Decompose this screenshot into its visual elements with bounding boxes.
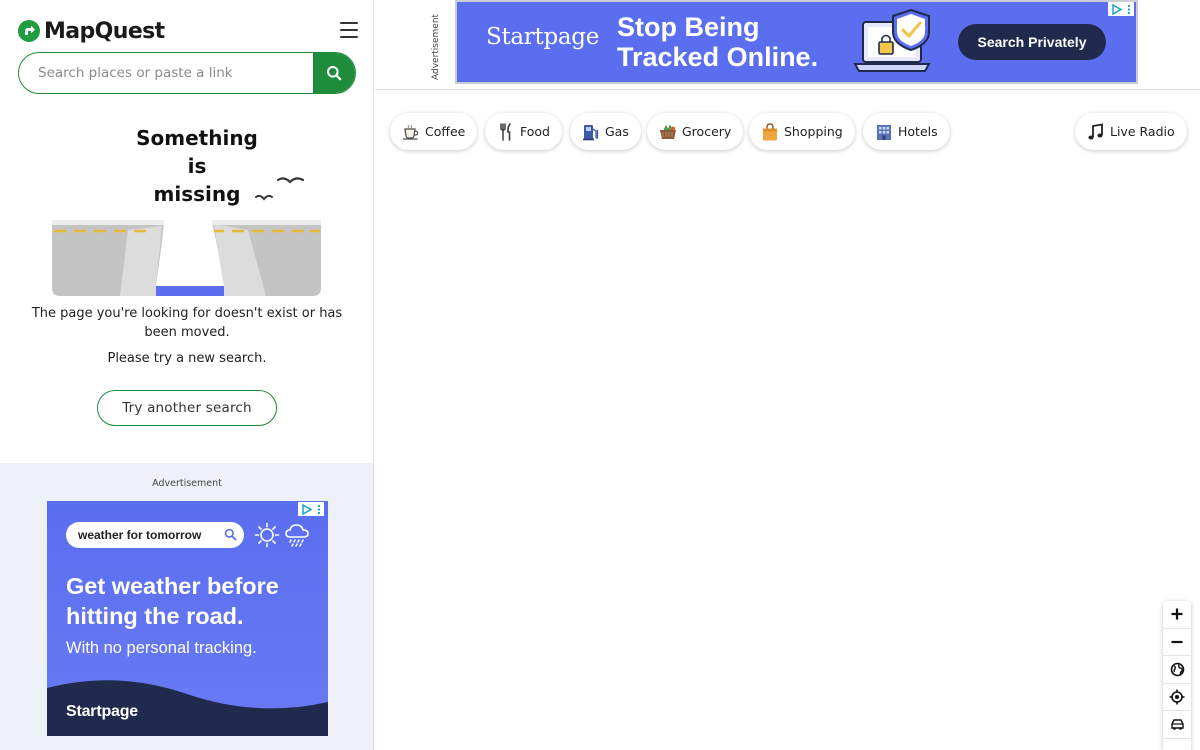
error-message: The page you're looking for doesn't exis… <box>31 306 343 340</box>
broken-road-illustration <box>52 177 321 296</box>
ad-search-text: weather for tomorrow <box>78 528 202 542</box>
zoom-out-icon <box>1171 640 1183 643</box>
top-ad-headline-line: Stop Being <box>617 12 760 42</box>
chip-label: Gas <box>605 124 629 139</box>
sidebar: MapQuest Something is missing The page y… <box>0 0 374 750</box>
top-ad-headline-line: Tracked Online. <box>617 42 819 72</box>
ad-brand: Startpage <box>66 703 138 720</box>
zoom-out-button[interactable] <box>1163 629 1191 656</box>
sun-icon <box>254 522 280 548</box>
coffee-cup-icon <box>402 124 419 140</box>
fork-knife-icon <box>500 122 511 141</box>
ad-subtext: With no personal tracking. <box>66 639 257 657</box>
gas-pump-icon <box>583 124 599 140</box>
logo-arrow-icon <box>18 20 40 42</box>
live-radio-button[interactable]: Live Radio <box>1075 113 1187 150</box>
category-coffee[interactable]: Coffee <box>390 113 478 150</box>
globe-icon <box>1170 662 1184 677</box>
error-hint: Please try a new search. <box>107 351 267 366</box>
map-style-button[interactable] <box>1163 656 1191 684</box>
search-button[interactable] <box>313 53 355 93</box>
chip-label: Shopping <box>784 124 843 139</box>
hotel-building-icon <box>877 124 891 140</box>
top-ad-headline: Stop Being Tracked Online. <box>617 12 818 72</box>
chip-label: Food <box>520 124 550 139</box>
chip-label: Grocery <box>682 124 732 139</box>
category-shopping[interactable]: Shopping <box>749 113 855 150</box>
ad-headline: Get weather before hitting the road. <box>66 573 279 629</box>
grocery-basket-icon <box>660 124 676 139</box>
laptop-shield-icon <box>853 8 931 72</box>
zoom-in-button[interactable] <box>1163 601 1191 629</box>
music-note-icon <box>1088 122 1103 139</box>
category-food[interactable]: Food <box>485 113 562 150</box>
top-ad-label: Advertisement <box>431 6 445 80</box>
live-radio-label: Live Radio <box>1110 124 1175 139</box>
top-ad-brand: Startpage <box>486 24 600 50</box>
zoom-in-icon <box>1171 608 1183 620</box>
error-title-line: Something <box>136 126 258 150</box>
category-grocery[interactable]: Grocery <box>647 113 744 150</box>
search-input[interactable] <box>19 53 314 93</box>
locate-me-button[interactable] <box>1163 684 1191 711</box>
brand-row: MapQuest <box>18 16 358 46</box>
search-box <box>18 52 356 94</box>
sidebar-ad[interactable]: weather for tomorrow Get weather before … <box>47 501 328 736</box>
chip-label: Coffee <box>425 124 466 139</box>
adchoices-icon[interactable] <box>298 502 324 516</box>
menu-icon[interactable] <box>340 22 358 38</box>
bird-icon <box>276 177 305 184</box>
category-gas[interactable]: Gas <box>570 113 641 150</box>
logo-text: MapQuest <box>44 18 165 44</box>
adchoices-icon[interactable] <box>1108 2 1134 16</box>
rain-cloud-icon <box>285 524 309 547</box>
ad-label: Advertisement <box>152 478 222 489</box>
shopping-bag-icon <box>763 122 777 140</box>
ad-search-bar: weather for tomorrow <box>66 522 244 548</box>
traffic-button[interactable] <box>1163 711 1191 739</box>
category-hotels[interactable]: Hotels <box>863 113 950 150</box>
bird-icon <box>255 194 273 201</box>
top-ad-label-text: Advertisement <box>431 13 441 80</box>
chip-label: Hotels <box>898 124 938 139</box>
search-icon <box>224 528 237 541</box>
locate-icon <box>1169 689 1185 705</box>
traffic-icon <box>1170 719 1184 730</box>
header-divider <box>375 89 1200 90</box>
map-controls <box>1163 601 1191 750</box>
try-another-search-button[interactable]: Try another search <box>97 390 277 426</box>
top-banner-ad[interactable]: Startpage Stop Being Tracked Online. Sea… <box>455 0 1138 84</box>
search-icon <box>327 66 342 81</box>
search-privately-button[interactable]: Search Privately <box>958 24 1106 60</box>
mapquest-logo[interactable]: MapQuest <box>18 16 165 46</box>
